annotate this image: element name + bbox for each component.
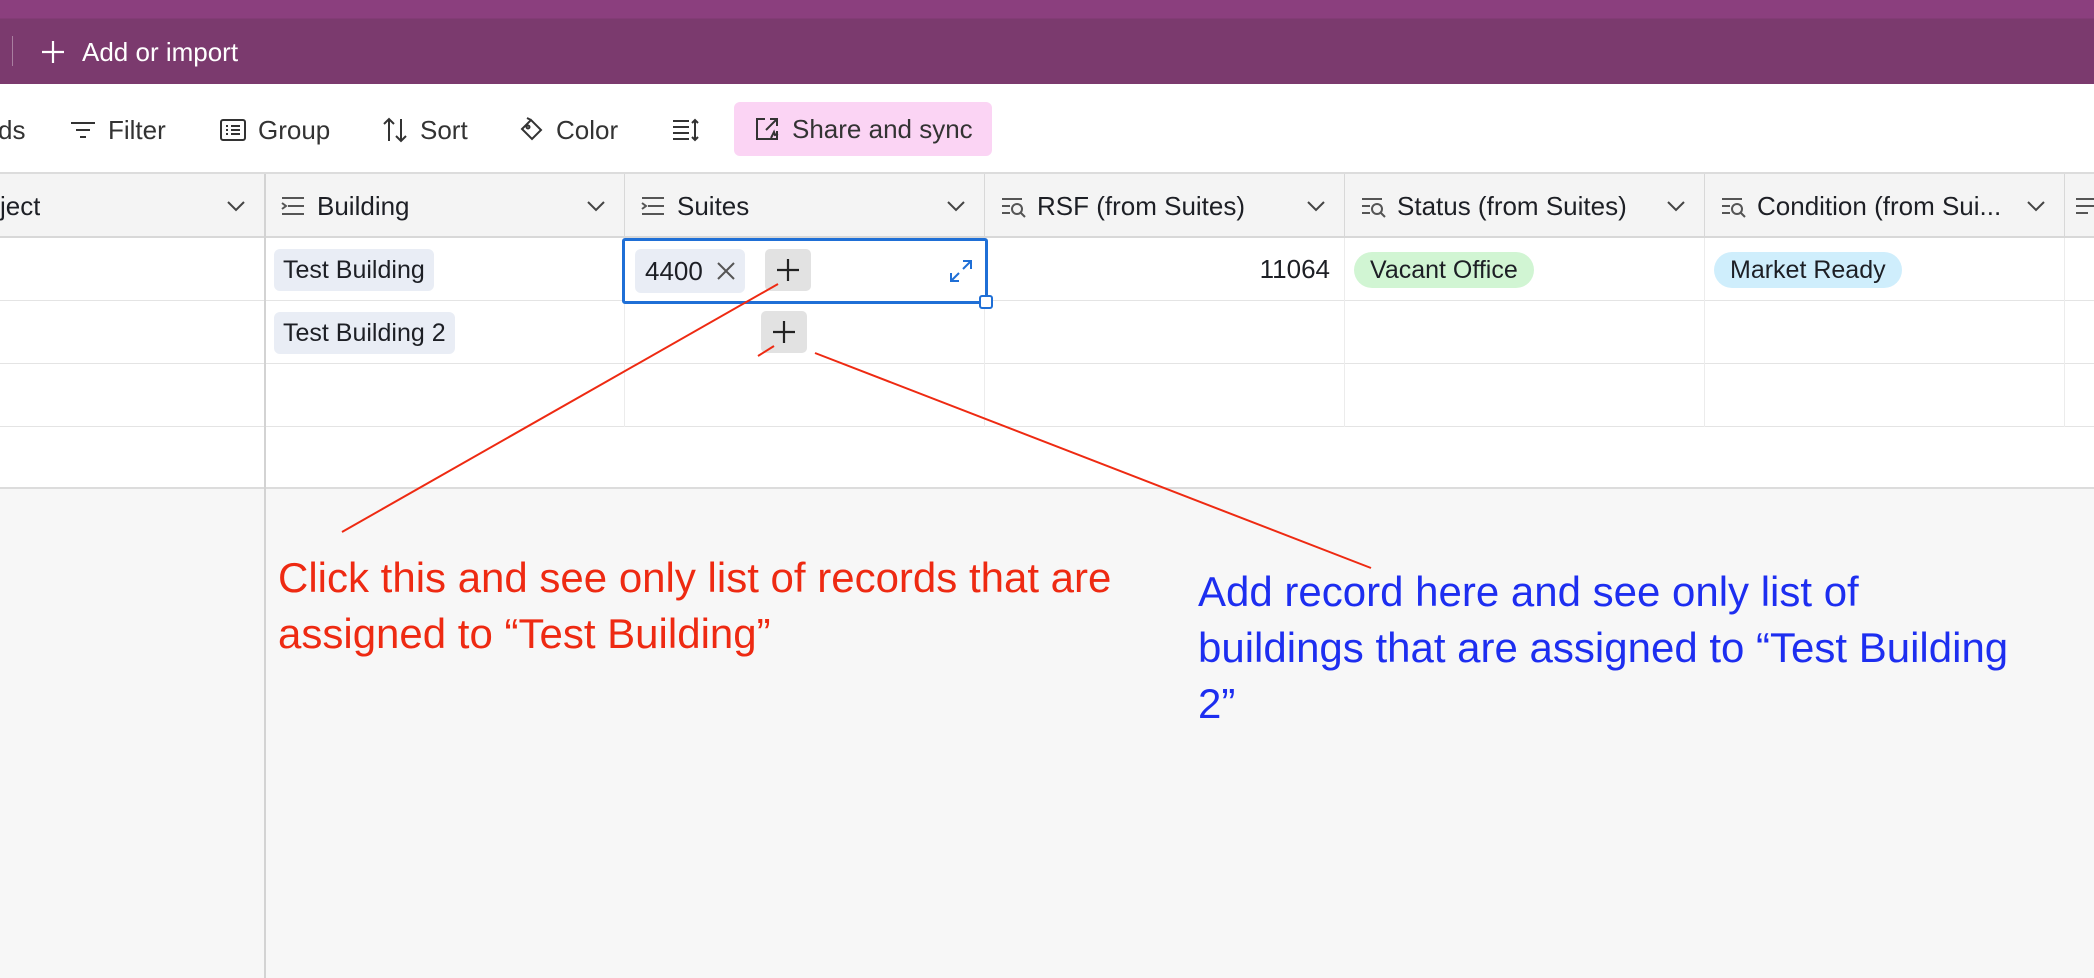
suite-chip[interactable]: 4400 — [635, 249, 745, 293]
rsf-cell — [985, 364, 1345, 427]
color-button[interactable]: Color — [516, 106, 618, 154]
close-icon[interactable] — [715, 260, 737, 282]
row-height-icon — [673, 118, 699, 142]
frozen-column-divider — [264, 174, 266, 978]
chevron-down-icon[interactable] — [1304, 194, 1328, 218]
column-header-condition[interactable]: Condition (from Sui... — [1705, 174, 2065, 238]
selected-suites-cell[interactable]: 4400 — [622, 238, 988, 304]
plus-icon — [42, 41, 64, 63]
column-header-label: Condition (from Sui... — [1757, 190, 2002, 221]
filter-icon — [71, 122, 95, 138]
plus-icon — [777, 259, 799, 281]
suite-chip-label: 4400 — [645, 255, 703, 286]
rsf-value: 11064 — [1259, 254, 1330, 284]
status-cell: Vacant Office — [1345, 238, 1705, 301]
column-header-label: Suites — [677, 190, 750, 221]
linked-record-icon — [281, 197, 304, 215]
add-suite-button[interactable] — [765, 249, 811, 291]
row-height-button[interactable] — [670, 106, 700, 154]
fill-handle[interactable] — [979, 295, 993, 309]
filter-button[interactable]: Filter — [68, 106, 166, 154]
building-cell[interactable]: Test Building 2 — [265, 301, 625, 364]
add-row-area[interactable] — [0, 427, 2094, 489]
rsf-cell — [985, 301, 1345, 364]
share-sync-icon — [756, 118, 779, 140]
chevron-down-icon[interactable] — [2024, 194, 2048, 218]
share-and-sync-label: Share and sync — [792, 113, 973, 144]
project-cell[interactable] — [0, 238, 265, 301]
linked-record-icon — [641, 197, 664, 215]
column-header-label: RSF (from Suites) — [1037, 190, 1246, 221]
blue-annotation-text: Add record here and see only list of bui… — [1198, 568, 2009, 727]
add-suite-button[interactable] — [761, 311, 807, 353]
color-bucket-icon — [520, 117, 543, 141]
condition-cell — [1705, 364, 2065, 427]
chevron-down-icon[interactable] — [584, 194, 608, 218]
condition-cell — [1705, 301, 2065, 364]
long-text-icon — [2076, 198, 2094, 214]
lookup-icon — [1722, 198, 1746, 218]
table-row[interactable]: Test Building 11064 Vacant Office Market… — [0, 238, 2094, 301]
add-or-import-button[interactable]: Add or import — [38, 30, 238, 74]
status-badge: Vacant Office — [1354, 252, 1534, 288]
table-row[interactable]: Test Building 2 — [0, 301, 2094, 364]
share-and-sync-button[interactable]: Share and sync — [734, 102, 992, 156]
table-row[interactable] — [0, 364, 2094, 427]
lookup-icon — [1002, 198, 1026, 218]
sort-button[interactable]: Sort — [380, 106, 468, 154]
suites-cell[interactable] — [625, 364, 985, 427]
column-header-status[interactable]: Status (from Suites) — [1345, 174, 1705, 238]
column-header-building[interactable]: Building — [265, 174, 625, 238]
condition-badge: Market Ready — [1714, 252, 1902, 288]
top-bar: Add or import — [0, 0, 2094, 84]
view-toolbar: ds Filter Group Sort Color Share and syn… — [0, 84, 2094, 174]
building-cell[interactable]: Test Building — [265, 238, 625, 301]
sort-icon — [383, 117, 407, 143]
lookup-icon — [1362, 198, 1386, 218]
plus-icon — [773, 321, 795, 343]
group-button[interactable]: Group — [218, 106, 330, 154]
column-header-next[interactable] — [2065, 174, 2094, 238]
column-header-label: Building — [317, 190, 410, 221]
chevron-down-icon[interactable] — [1664, 194, 1688, 218]
column-header-label: ject — [0, 190, 41, 221]
project-cell[interactable] — [0, 364, 265, 427]
fields-button[interactable]: ds — [0, 106, 25, 154]
red-annotation-text: Click this and see only list of records … — [278, 554, 1112, 657]
condition-cell: Market Ready — [1705, 238, 2065, 301]
status-cell — [1345, 301, 1705, 364]
column-header-suites[interactable]: Suites — [625, 174, 985, 238]
group-icon — [220, 119, 246, 141]
chevron-down-icon[interactable] — [944, 194, 968, 218]
suites-cell[interactable] — [625, 301, 985, 364]
project-cell[interactable] — [0, 301, 265, 364]
chevron-down-icon[interactable] — [224, 194, 248, 218]
sort-label: Sort — [420, 114, 468, 145]
expand-icon[interactable] — [947, 257, 975, 285]
column-header-rsf[interactable]: RSF (from Suites) — [985, 174, 1345, 238]
fields-label: ds — [0, 114, 26, 145]
color-label: Color — [556, 114, 619, 145]
grid-header-row: ject Building Suites RSF (from Suites) S… — [0, 174, 2094, 238]
building-chip[interactable]: Test Building — [274, 249, 434, 291]
column-header-label: Status (from Suites) — [1397, 190, 1627, 221]
rsf-cell: 11064 — [985, 238, 1345, 301]
add-or-import-label: Add or import — [82, 36, 239, 67]
building-chip[interactable]: Test Building 2 — [274, 312, 455, 354]
column-header-project[interactable]: ject — [0, 174, 265, 238]
status-cell — [1345, 364, 1705, 427]
filter-label: Filter — [108, 114, 166, 145]
topbar-divider — [12, 36, 13, 66]
building-cell[interactable] — [265, 364, 625, 427]
group-label: Group — [258, 114, 331, 145]
